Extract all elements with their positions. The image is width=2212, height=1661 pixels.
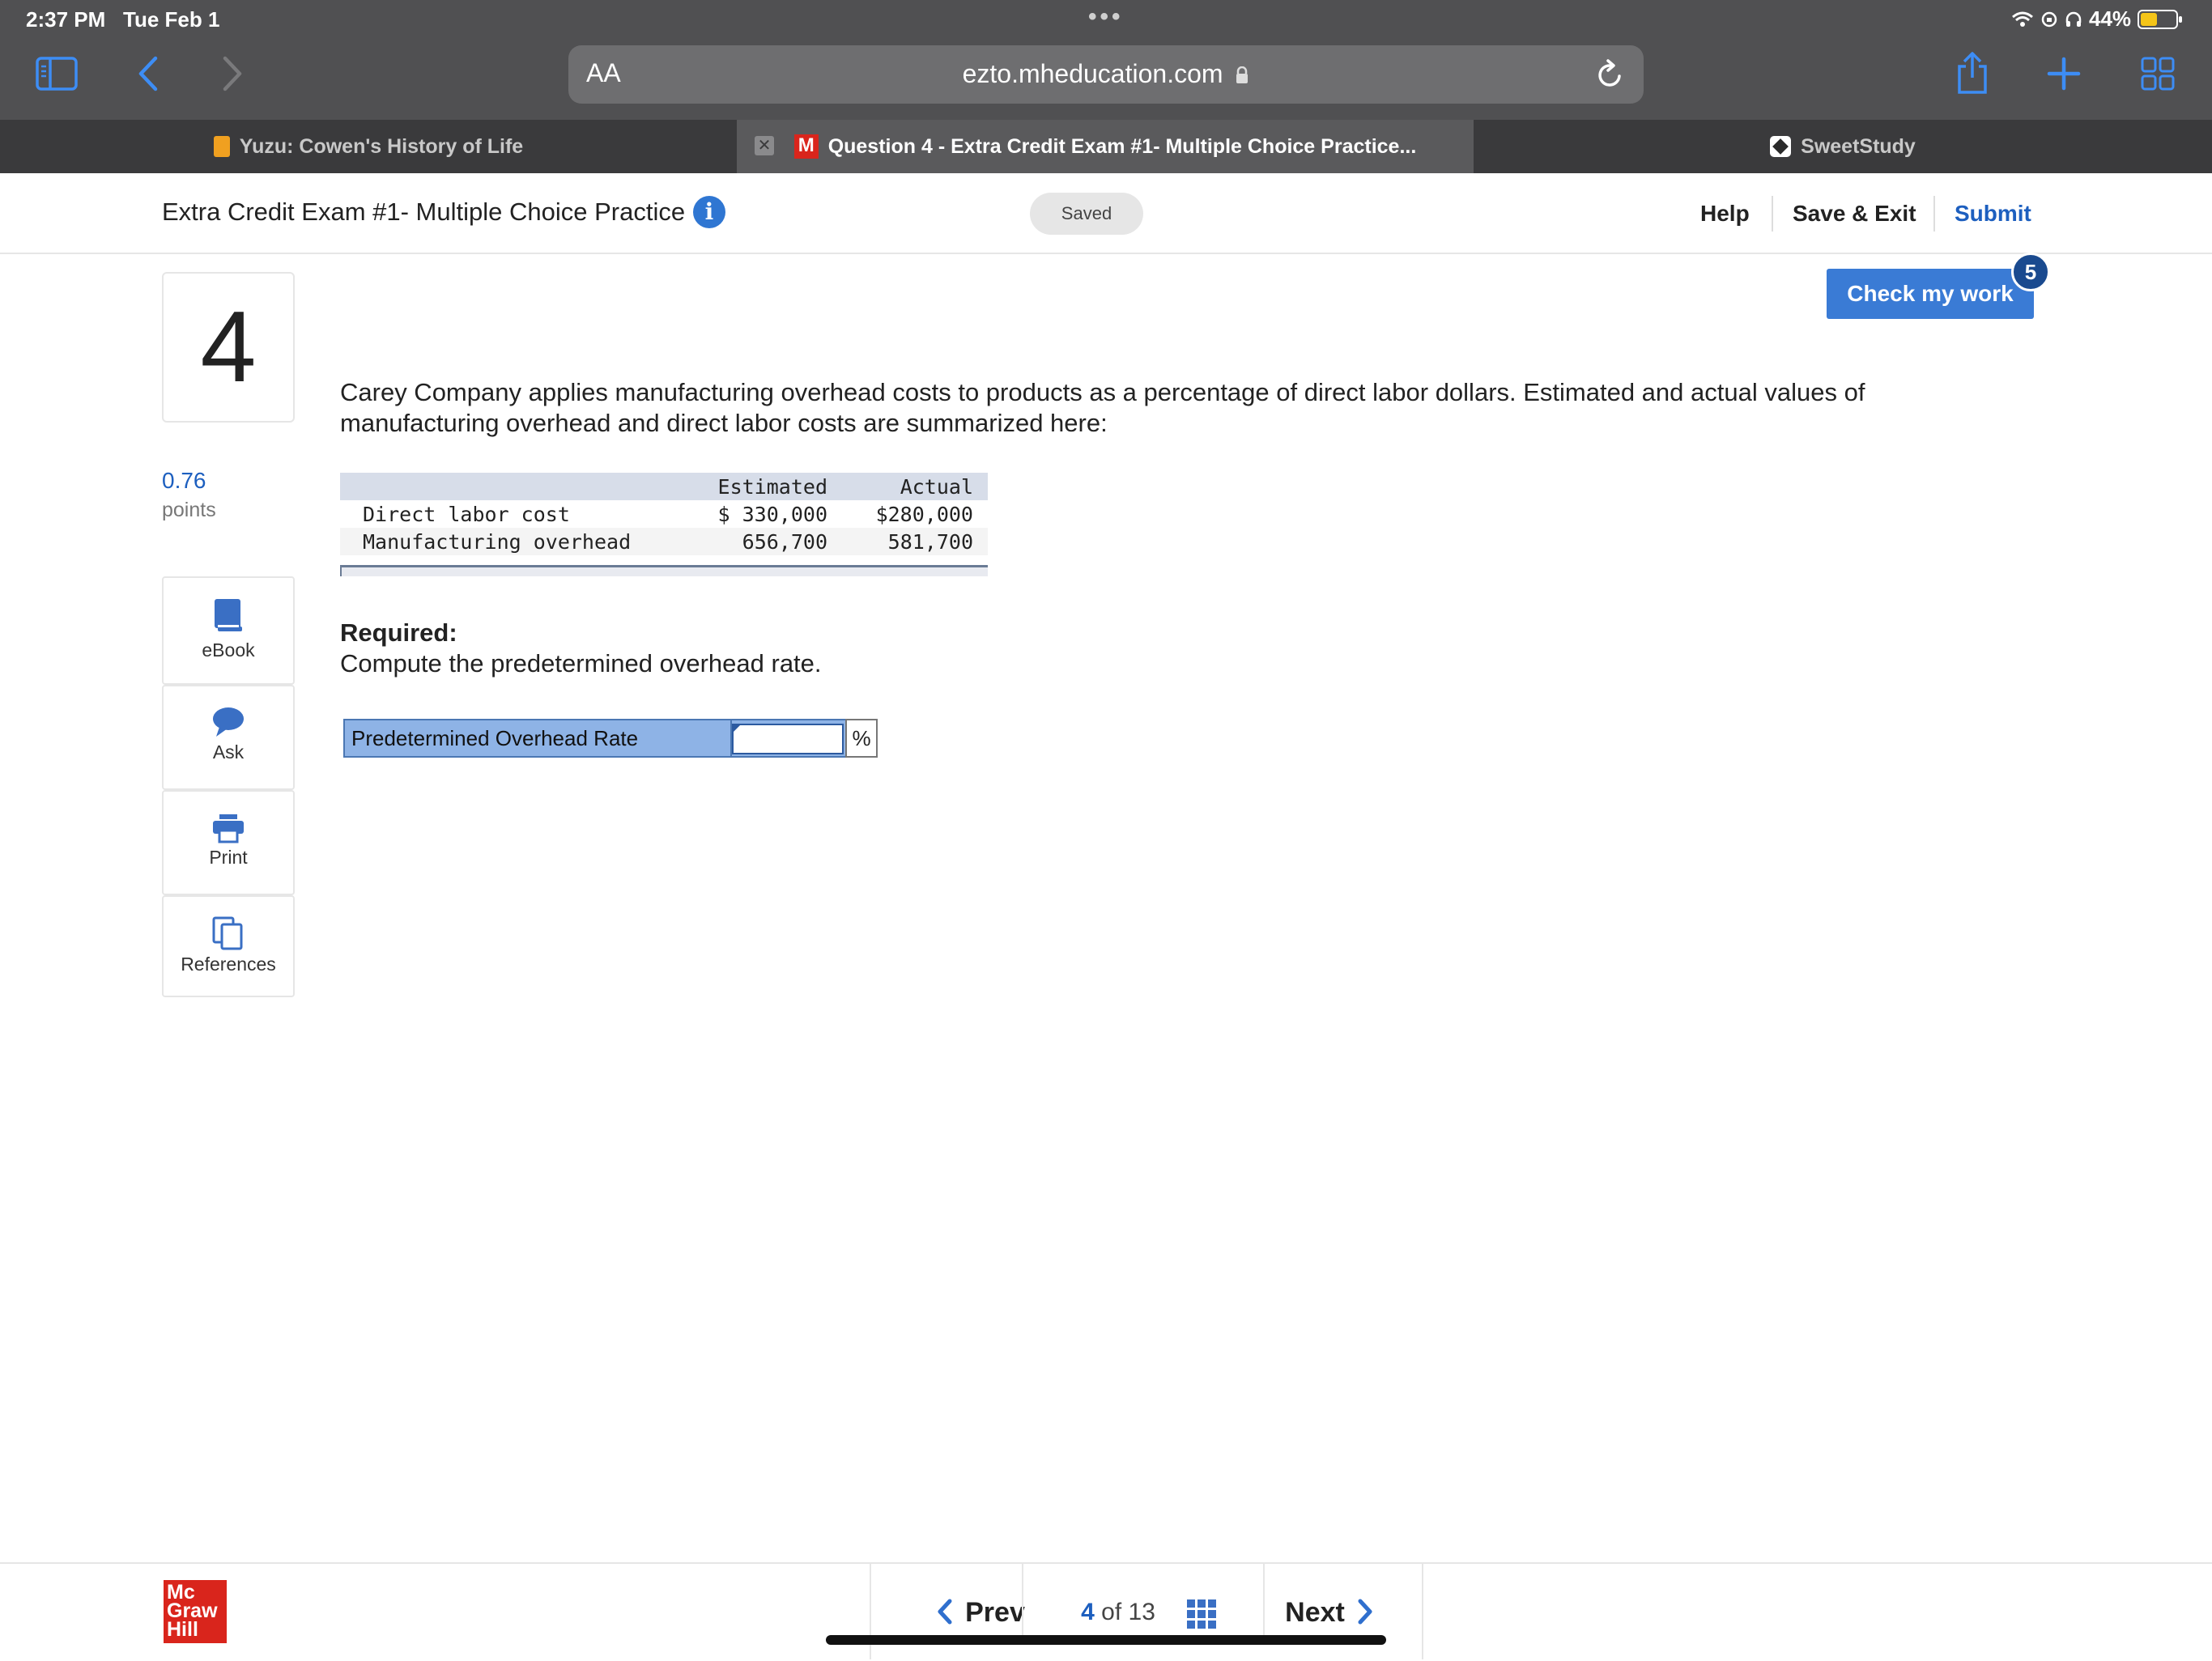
status-date: Tue Feb 1 xyxy=(123,7,220,32)
page-title: Extra Credit Exam #1- Multiple Choice Pr… xyxy=(162,198,686,226)
points-label: points xyxy=(162,499,216,521)
table-cell: $280,000 xyxy=(842,500,988,528)
multitasking-dots-icon[interactable]: ••• xyxy=(1088,3,1124,31)
page-indicator[interactable]: 4 of 13 xyxy=(1057,1564,1179,1659)
sidebar-toggle-icon[interactable] xyxy=(36,57,78,91)
table-header-cell: Actual xyxy=(842,473,988,500)
table-row: Direct labor cost $ 330,000 $280,000 xyxy=(340,500,988,528)
input-flag-icon xyxy=(732,724,742,733)
yuzu-favicon-icon xyxy=(213,136,230,157)
documents-icon xyxy=(212,916,243,950)
orientation-lock-icon xyxy=(2041,11,2057,27)
submit-link[interactable]: Submit xyxy=(1955,201,2031,227)
question-pager: Prev 4 of 13 Next xyxy=(870,1564,1423,1659)
tab-bar: Yuzu: Cowen's History of Life ✕ M Questi… xyxy=(0,120,2212,173)
forward-icon[interactable] xyxy=(220,55,245,92)
table-cell: $ 330,000 xyxy=(696,500,842,528)
ebook-button[interactable]: eBook xyxy=(162,576,295,685)
print-button[interactable]: Print xyxy=(162,790,295,895)
check-my-work-count-badge: 5 xyxy=(2011,253,2050,291)
address-bar[interactable]: AA ezto.mheducation.com xyxy=(568,45,1644,104)
battery-percent: 44% xyxy=(2089,6,2132,31)
prev-label: Prev xyxy=(965,1597,1025,1628)
answer-row: Predetermined Overhead Rate % xyxy=(343,719,878,758)
required-instruction: Compute the predetermined overhead rate. xyxy=(340,649,822,678)
required-heading: Required: xyxy=(340,618,457,647)
chat-bubble-icon xyxy=(213,707,244,737)
cost-data-table: Estimated Actual Direct labor cost $ 330… xyxy=(340,473,988,555)
table-cell: Direct labor cost xyxy=(340,500,696,528)
overhead-rate-input[interactable] xyxy=(732,724,844,754)
answer-input-wrapper xyxy=(732,719,845,758)
question-number-box: 4 xyxy=(162,272,295,423)
save-exit-link[interactable]: Save & Exit xyxy=(1793,201,1916,227)
of-label: of xyxy=(1101,1599,1122,1625)
tool-label: Print xyxy=(209,847,248,868)
tool-label: eBook xyxy=(202,639,255,661)
share-icon[interactable] xyxy=(1955,50,1990,96)
table-cell: 656,700 xyxy=(696,528,842,555)
question-prompt: Carey Company applies manufacturing over… xyxy=(340,378,1865,437)
table-header-row: Estimated Actual xyxy=(340,473,988,500)
percent-unit-label: % xyxy=(845,719,878,758)
table-row: Manufacturing overhead 656,700 581,700 xyxy=(340,528,988,555)
logo-line: Hill xyxy=(167,1618,198,1641)
battery-icon xyxy=(2138,9,2183,29)
back-icon[interactable] xyxy=(136,55,160,92)
saved-status-badge: Saved xyxy=(1030,193,1143,235)
next-button[interactable]: Next xyxy=(1249,1564,1410,1659)
reload-icon[interactable] xyxy=(1595,58,1626,91)
tab-label: Yuzu: Cowen's History of Life xyxy=(239,134,524,158)
total-pages: 13 xyxy=(1128,1599,1155,1625)
table-cell: Manufacturing overhead xyxy=(340,528,696,555)
table-footer-bar xyxy=(340,565,988,576)
browser-chrome: 2:37 PM Tue Feb 1 ••• 44% AA ezto.mheduc… xyxy=(0,0,2212,120)
answer-label: Predetermined Overhead Rate xyxy=(343,719,732,758)
prev-button[interactable]: Prev xyxy=(887,1564,1074,1659)
tab-label: Question 4 - Extra Credit Exam #1- Multi… xyxy=(827,134,1417,158)
points-value: 0.76 xyxy=(162,468,206,493)
header-divider xyxy=(1772,196,1773,232)
tool-label: References xyxy=(181,954,276,975)
new-tab-icon[interactable] xyxy=(2047,57,2081,91)
status-indicators: 44% xyxy=(2011,6,2183,32)
tab-overview-icon[interactable] xyxy=(2141,57,2175,91)
mcgraw-favicon-icon: M xyxy=(793,134,819,159)
next-label: Next xyxy=(1285,1597,1345,1628)
wifi-icon xyxy=(2012,11,2033,27)
chevron-left-icon xyxy=(938,1599,952,1625)
tab-label: SweetStudy xyxy=(1801,134,1916,158)
header-divider xyxy=(1933,196,1935,232)
current-page: 4 xyxy=(1081,1599,1095,1625)
check-my-work-button[interactable]: Check my work xyxy=(1827,269,2034,319)
printer-icon xyxy=(213,814,244,843)
status-bar: 2:37 PM Tue Feb 1 ••• 44% xyxy=(0,0,2212,39)
question-grid-icon[interactable] xyxy=(1187,1599,1216,1629)
tab-question[interactable]: ✕ M Question 4 - Extra Credit Exam #1- M… xyxy=(737,120,1474,173)
tab-close-icon[interactable]: ✕ xyxy=(755,136,774,155)
table-header-cell: Estimated xyxy=(696,473,842,500)
help-link[interactable]: Help xyxy=(1700,201,1750,227)
tab-sweetstudy[interactable]: SweetStudy xyxy=(1474,120,2212,173)
question-number: 4 xyxy=(200,291,257,403)
status-time: 2:37 PM xyxy=(26,7,106,32)
table-header-cell xyxy=(340,473,696,500)
table-cell: 581,700 xyxy=(842,528,988,555)
chevron-right-icon xyxy=(1358,1599,1372,1625)
references-button[interactable]: References xyxy=(162,895,295,997)
ask-button[interactable]: Ask xyxy=(162,685,295,790)
book-icon xyxy=(215,599,242,631)
pager-divider xyxy=(1022,1564,1023,1645)
lock-icon xyxy=(1236,66,1249,83)
headphones-icon xyxy=(2065,11,2082,27)
mcgraw-hill-logo: Mc Graw Hill xyxy=(164,1580,227,1643)
info-icon[interactable]: i xyxy=(693,196,725,228)
url-text: ezto.mheducation.com xyxy=(962,59,1223,88)
tab-yuzu[interactable]: Yuzu: Cowen's History of Life xyxy=(0,120,737,173)
assignment-header: Extra Credit Exam #1- Multiple Choice Pr… xyxy=(0,173,2212,254)
home-indicator[interactable] xyxy=(826,1635,1386,1645)
tool-label: Ask xyxy=(212,741,245,763)
sweetstudy-favicon-icon xyxy=(1770,136,1792,157)
